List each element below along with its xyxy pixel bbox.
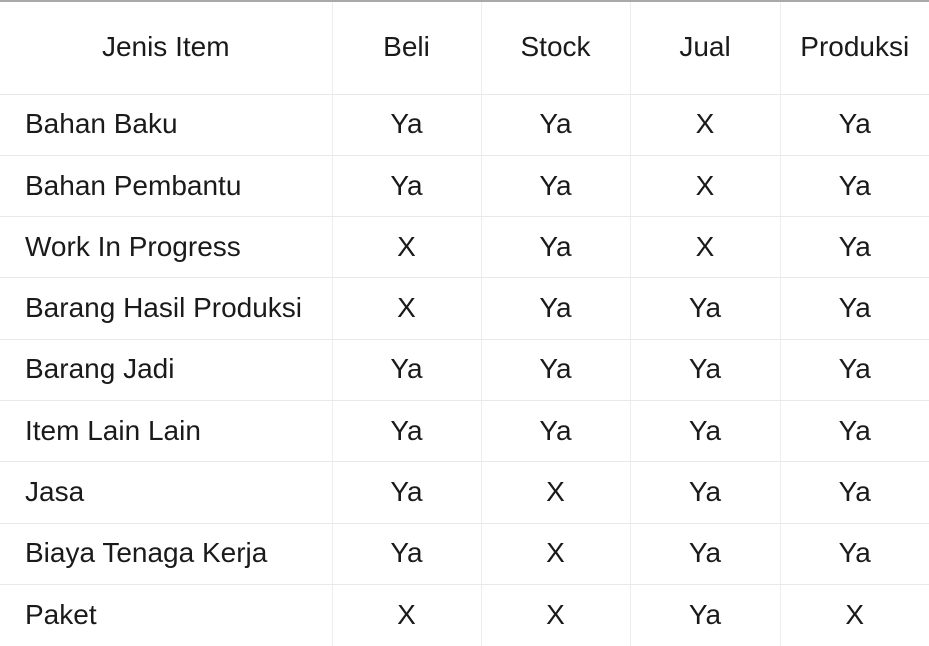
table-row: Item Lain Lain Ya Ya Ya Ya [0,400,929,463]
cell-beli: X [332,216,482,279]
table-row: Barang Jadi Ya Ya Ya Ya [0,339,929,401]
cell-stock: Ya [481,400,631,463]
cell-beli: Ya [332,523,482,585]
cell-produksi: Ya [780,216,929,279]
cell-stock: Ya [481,216,631,279]
cell-jual: Ya [630,523,781,585]
cell-jual: Ya [630,584,781,646]
table-row: Jasa Ya X Ya Ya [0,461,929,524]
cell-produksi: Ya [780,277,929,340]
table-row: Bahan Pembantu Ya Ya X Ya [0,155,929,218]
cell-jual: X [630,216,781,279]
cell-produksi: Ya [780,94,929,156]
table-row: Barang Hasil Produksi X Ya Ya Ya [0,277,929,340]
row-label: Paket [0,584,333,646]
row-label: Bahan Pembantu [0,155,333,218]
cell-beli: Ya [332,461,482,524]
cell-jual: X [630,94,781,156]
cell-beli: Ya [332,400,482,463]
column-header-produksi: Produksi [780,1,929,95]
row-label: Bahan Baku [0,94,333,156]
cell-jual: Ya [630,461,781,524]
cell-stock: Ya [481,94,631,156]
row-label: Work In Progress [0,216,333,279]
cell-produksi: Ya [780,523,929,585]
item-type-capability-table: Jenis Item Beli Stock Jual Produksi Baha… [0,0,929,646]
cell-stock: Ya [481,339,631,401]
table-header: Jenis Item Beli Stock Jual Produksi [0,1,929,95]
column-header-jual: Jual [630,1,781,95]
cell-jual: Ya [630,339,781,401]
row-label: Barang Jadi [0,339,333,401]
table-body: Bahan Baku Ya Ya X Ya Bahan Pembantu Ya … [0,94,929,646]
cell-beli: X [332,584,482,646]
cell-produksi: Ya [780,155,929,218]
cell-beli: Ya [332,339,482,401]
cell-produksi: X [845,598,865,630]
cell-stock: Ya [481,155,631,218]
cell-produksi: Ya [780,339,929,401]
column-header-jenis-item: Jenis Item [0,1,333,95]
row-label: Barang Hasil Produksi [0,277,333,340]
table-row: Bahan Baku Ya Ya X Ya [0,94,929,156]
table-header-row: Jenis Item Beli Stock Jual Produksi [0,1,929,95]
cell-stock: Ya [481,277,631,340]
column-header-beli: Beli [332,1,482,95]
column-header-stock: Stock [481,1,631,95]
cell-stock: X [481,584,631,646]
row-label: Biaya Tenaga Kerja [0,523,333,585]
cell-beli: Ya [332,155,482,218]
cell-beli: X [332,277,482,340]
row-label: Item Lain Lain [0,400,333,463]
table-row: Biaya Tenaga Kerja Ya X Ya Ya [0,523,929,585]
row-label: Jasa [0,461,333,524]
cell-jual: X [630,155,781,218]
cell-beli: Ya [332,94,482,156]
cell-jual: Ya [630,400,781,463]
cell-produksi: Ya [780,461,929,524]
cell-produksi: Ya [780,400,929,463]
table-row: Work In Progress X Ya X Ya [0,216,929,279]
cell-jual: Ya [630,277,781,340]
cell-stock: X [481,523,631,585]
cell-stock: X [481,461,631,524]
table-row: Paket X X Ya X [0,584,929,646]
